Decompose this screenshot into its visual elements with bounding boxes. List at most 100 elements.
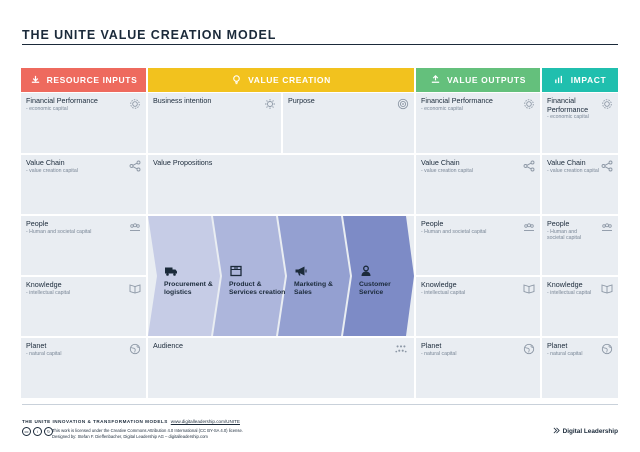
cell-title: Knowledge (421, 280, 457, 289)
title-divider (22, 44, 618, 45)
lightbulb-icon (231, 74, 242, 87)
title-prefix: THE UNITE (22, 28, 101, 42)
cell-title: Value Chain (26, 158, 65, 167)
share-icon (129, 159, 141, 172)
cell-subtitle: - natural capital (421, 350, 457, 357)
people-icon (523, 220, 535, 232)
impact-planet-cell: Planet - natural capital (542, 338, 618, 398)
cell-subtitle: - economic capital (421, 105, 463, 112)
chevron-label-marketing-sales: Marketing & Sales (294, 281, 333, 298)
book-icon (523, 281, 535, 294)
header-impact: IMPACT (542, 68, 618, 92)
share-icon (523, 159, 535, 172)
cell-title: Value Chain (421, 158, 460, 167)
cell-subtitle: - intellectual capital (421, 289, 466, 296)
chevron-right-icon (553, 427, 560, 436)
user-icon (359, 264, 373, 276)
impact-icon (554, 74, 565, 87)
resource-icon (30, 74, 41, 87)
cell-title: Financial Performance (26, 96, 98, 105)
cell-title: Value Propositions (153, 158, 213, 167)
share-icon (601, 159, 613, 172)
cell-subtitle: - value creation capital (26, 167, 78, 174)
title-line2: Performance (547, 104, 589, 114)
subtitle-line2: societal capital (547, 235, 582, 242)
outputs-people-cell: People - Human and societal capital (416, 216, 540, 275)
outputs-value-chain-cell: Value Chain - value creation capital (416, 155, 540, 214)
cell-subtitle: - Human and societal capital (421, 228, 487, 235)
globe-icon (523, 342, 535, 355)
chevron-line2: Services creation (229, 289, 286, 297)
chevron-procurement (148, 216, 220, 336)
chevron-line2: logistics (164, 289, 192, 297)
megaphone-icon (294, 264, 308, 276)
outputs-icon (430, 74, 441, 87)
header-resource-inputs: RESOURCE INPUTS (21, 68, 146, 92)
resource-value-chain-cell: Value Chain - value creation capital (21, 155, 146, 214)
resource-people-cell: People - Human and societal capital (21, 216, 146, 275)
chevron-line1: Product & (229, 281, 262, 288)
chevron-line1: Marketing & (294, 281, 333, 288)
cell-title: Audience (153, 341, 183, 350)
people-icon (129, 220, 141, 232)
resource-financial-cell: Financial Performance - economic capital (21, 93, 146, 153)
impact-financial-cell: Financial Performance - economic capital (542, 93, 618, 153)
cell-title: Financial Performance (421, 96, 493, 105)
designer-text: Designed by: Stefan F. Dieffenbacher, Di… (52, 434, 208, 439)
resource-planet-cell: Planet - natural capital (21, 338, 146, 398)
cell-title: Business intention (153, 96, 212, 105)
purpose-cell: Purpose (283, 93, 414, 153)
lightbulb-icon (264, 97, 276, 109)
resource-knowledge-cell: Knowledge - intellectual capital (21, 277, 146, 336)
book-icon (601, 281, 613, 294)
license-text: This work is licensed under the Creative… (52, 428, 243, 433)
outputs-knowledge-cell: Knowledge - intellectual capital (416, 277, 540, 336)
title-line1: Financial (547, 96, 576, 105)
chevron-line2: Service (359, 289, 384, 297)
globe-icon (129, 342, 141, 355)
impact-people-cell: People - Human and societal capital (542, 216, 618, 275)
chevron-label-customer-service: Customer Service (359, 281, 391, 298)
header-label: IMPACT (570, 75, 607, 85)
outputs-planet-cell: Planet - natural capital (416, 338, 540, 398)
outputs-financial-cell: Financial Performance - economic capital (416, 93, 540, 153)
gear-icon (129, 97, 141, 109)
cell-title: People (421, 219, 444, 228)
cell-title: Purpose (288, 96, 315, 105)
page-title: THE UNITE VALUE CREATION MODEL (22, 28, 276, 42)
header-label: VALUE OUTPUTS (447, 75, 526, 85)
chevron-customer-service (343, 216, 414, 336)
footer-series: THE UNITE INNOVATION & TRANSFORMATION MO… (22, 419, 240, 424)
value-propositions-cell: Value Propositions (148, 155, 414, 214)
cell-subtitle: - economic capital (547, 114, 589, 121)
chevron-product-services (213, 216, 285, 336)
gear-icon (601, 97, 613, 109)
cell-title: People (26, 219, 49, 228)
audience-cell: Audience (148, 338, 414, 398)
impact-value-chain-cell: Value Chain - value creation capital (542, 155, 618, 214)
cell-subtitle: - natural capital (26, 350, 62, 357)
cell-title: Planet (26, 341, 47, 350)
chevron-line1: Customer (359, 281, 391, 288)
chevron-marketing-sales (278, 216, 350, 336)
header-value-creation: VALUE CREATION (148, 68, 414, 92)
license-badges: cc i ↻ (22, 427, 53, 436)
box-icon (229, 264, 243, 277)
truck-icon (164, 264, 178, 276)
chevron-label-product-services: Product & Services creation (229, 281, 285, 298)
gear-icon (523, 97, 535, 109)
subtitle-line1: - Human and (547, 228, 577, 235)
footer-link[interactable]: www.digitalleadership.com/UNITE (171, 419, 240, 424)
attribution-icon: i (33, 427, 42, 436)
series-label: THE UNITE INNOVATION & TRANSFORMATION MO… (22, 419, 168, 424)
people-icon (601, 220, 613, 232)
cell-subtitle: - Human and societal capital (26, 228, 92, 235)
cc-icon: cc (22, 427, 31, 436)
impact-knowledge-cell: Knowledge - intellectual capital (542, 277, 618, 336)
chevron-line1: Procurement & (164, 281, 213, 288)
cell-subtitle: - economic capital (26, 105, 68, 112)
header-value-outputs: VALUE OUTPUTS (416, 68, 540, 92)
chevron-line2: Sales (294, 289, 312, 297)
header-label: RESOURCE INPUTS (46, 75, 138, 85)
value-chain-chevrons: Procurement & logistics Product & Services… (148, 216, 414, 336)
